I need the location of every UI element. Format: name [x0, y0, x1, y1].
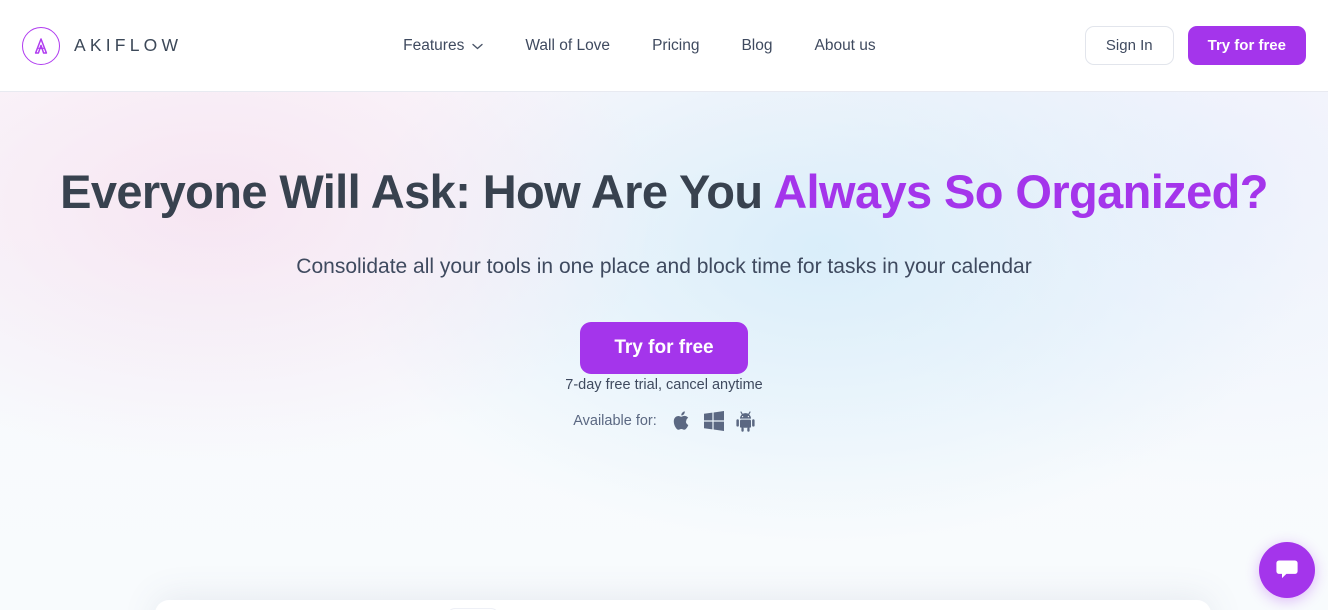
brand-name: AKIFLOW — [74, 35, 183, 55]
hero-subtitle: Consolidate all your tools in one place … — [296, 255, 1032, 278]
nav-label-pricing: Pricing — [652, 36, 700, 54]
windows-icon[interactable] — [703, 411, 724, 431]
akiflow-logo-icon — [22, 26, 60, 65]
nav-item-about-us[interactable]: About us — [793, 29, 896, 63]
nav-label-wall-of-love: Wall of Love — [525, 36, 611, 54]
landing-page: AKIFLOW Features Wall of Love Pricing Bl… — [0, 0, 1328, 610]
app-sidebar: 31 — [155, 600, 193, 610]
try-for-free-header-button[interactable]: Try for free — [1187, 26, 1306, 65]
try-for-free-hero-button[interactable]: Try for free — [580, 322, 748, 374]
chevron-down-icon — [472, 37, 484, 55]
apple-icon[interactable] — [673, 410, 692, 432]
nav-label-features: Features — [403, 36, 465, 54]
hero-section: Everyone Will Ask: How Are You Always So… — [0, 92, 1328, 610]
available-label: Available for: — [573, 413, 657, 429]
chat-bubble-icon — [1274, 555, 1300, 586]
sign-in-button[interactable]: Sign In — [1084, 26, 1174, 65]
app-preview-window: 31 Today — [155, 600, 1211, 610]
nav-item-pricing[interactable]: Pricing — [631, 29, 720, 63]
nav-label-blog: Blog — [741, 36, 773, 54]
nav-item-features[interactable]: Features — [382, 29, 504, 63]
hero-title-highlight: Always So Organized? — [773, 165, 1268, 218]
nav-item-wall-of-love[interactable]: Wall of Love — [504, 29, 631, 63]
chat-widget-button[interactable] — [1259, 542, 1315, 598]
page-title: Everyone Will Ask: How Are You Always So… — [0, 166, 1328, 218]
nav-label-about-us: About us — [814, 36, 876, 54]
android-icon[interactable] — [736, 410, 755, 432]
trial-note: 7-day free trial, cancel anytime — [565, 377, 763, 393]
site-header: AKIFLOW Features Wall of Love Pricing Bl… — [0, 0, 1328, 92]
hero-cta-wrap: Try for free — [0, 322, 1328, 374]
main-nav: Features Wall of Love Pricing Blog About… — [382, 29, 897, 63]
header-actions: Sign In Try for free — [1084, 26, 1306, 65]
brand-logo[interactable]: AKIFLOW — [22, 26, 183, 65]
available-platforms: Available for: — [0, 410, 1328, 432]
hero-title-plain: Everyone Will Ask: How Are You — [60, 165, 774, 218]
nav-item-blog[interactable]: Blog — [720, 29, 793, 63]
